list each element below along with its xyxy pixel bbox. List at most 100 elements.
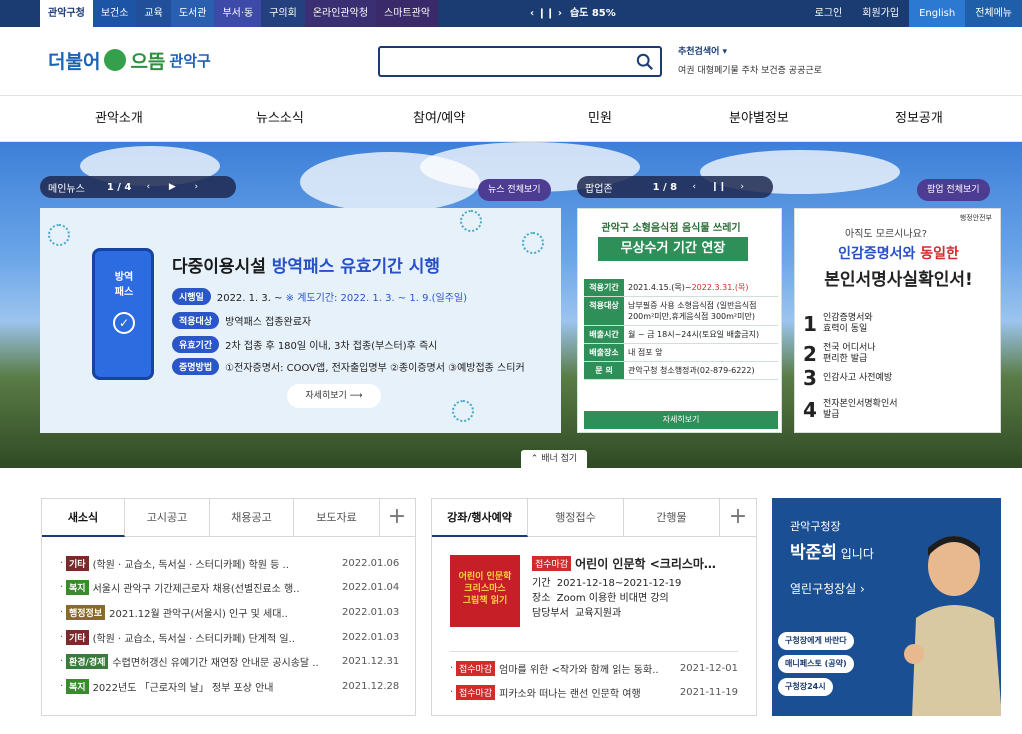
table-row: 문 의 관악구청 청소행정과(02-879-6222): [584, 362, 778, 380]
logo-mark-icon: [104, 49, 127, 71]
nav-civil[interactable]: 민원: [588, 96, 612, 141]
banner-fold-button[interactable]: ⌃ 배너 접기: [521, 450, 587, 468]
weather-controls[interactable]: ‹ ❙❙ ›: [530, 0, 562, 27]
next-icon[interactable]: ›: [735, 182, 749, 192]
nav-news[interactable]: 뉴스소식: [256, 96, 304, 141]
list-item[interactable]: · 접수마감 엄마를 위한 <작가와 함께 읽는 동화.. 2021-12-01: [450, 656, 738, 681]
play-icon[interactable]: ▶: [165, 182, 179, 192]
list-item[interactable]: · 기타 (학원 · 교습소, 독서실 · 스터디카페) 단계적 일.. 2022.0…: [60, 625, 399, 650]
news-board-tabs: 새소식 고시공고 채용공고 보도자료: [42, 499, 380, 537]
event-board-tabs: 강좌/행사예약 행정접수 간행물: [432, 499, 720, 537]
slide-row: 유효기간 2차 접종 후 180일 이내, 3차 접종(부스터)후 즉시: [172, 336, 437, 353]
popup-detail-button[interactable]: 자세히보기: [584, 411, 778, 429]
mayor-request-button[interactable]: 구청장에게 바란다: [778, 632, 854, 650]
category-badge: 행정정보: [66, 604, 106, 620]
signup-link[interactable]: 회원가입: [852, 0, 909, 27]
popup-heading-2: 본인서명사실확인서!: [824, 270, 973, 290]
top-utility-bar: 관악구청 보건소 교육 도서관 부서·동 구의회 온라인관악청 스마트관악 ‹ …: [0, 0, 1022, 27]
open-mayor-office-link[interactable]: 열린구청장실 ›: [790, 580, 865, 597]
main-navigation: 관악소개 뉴스소식 참여/예약 민원 분야별정보 정보공개: [0, 95, 1022, 142]
status-badge: 접수마감: [456, 660, 496, 676]
recommended-words[interactable]: 여권 대형폐기물 주차 보건증 공공근로: [678, 63, 822, 76]
prev-icon[interactable]: ‹: [141, 182, 155, 192]
news-all-button[interactable]: 뉴스 전체보기: [478, 179, 551, 201]
site-tab-council[interactable]: 구의회: [261, 0, 305, 27]
mayor-24h-button[interactable]: 구청장24시: [778, 678, 833, 696]
event-list: · 접수마감 엄마를 위한 <작가와 함께 읽는 동화.. 2021-12-01 · 접…: [450, 651, 738, 705]
nav-participation[interactable]: 참여/예약: [413, 96, 465, 141]
pause-icon[interactable]: ❙❙: [711, 182, 726, 192]
site-tab-smart[interactable]: 스마트관악: [376, 0, 439, 27]
slide-row: 시행일 2022. 1. 3. ~ ※ 계도기간: 2022. 1. 3. ~ …: [172, 288, 467, 305]
manifesto-button[interactable]: 매니페스토 (공약): [778, 655, 854, 673]
category-badge: 복지: [66, 678, 89, 694]
prev-icon[interactable]: ‹: [687, 182, 701, 192]
search-icon[interactable]: [636, 53, 654, 71]
site-tab-education[interactable]: 교육: [136, 0, 171, 27]
popup-card-head2: 무상수거 기간 연장: [598, 237, 748, 261]
next-icon[interactable]: ›: [189, 182, 203, 192]
nav-disclosure[interactable]: 정보공개: [895, 96, 943, 141]
site-tab-health[interactable]: 보건소: [92, 0, 137, 27]
tab-lecture-reservation[interactable]: 강좌/행사예약: [432, 499, 528, 537]
nav-about[interactable]: 관악소개: [95, 96, 143, 141]
site-tab-online[interactable]: 온라인관악청: [304, 0, 377, 27]
table-row: 적용기간 2021.4.15.(목)~2022.3.31.(목): [584, 279, 778, 297]
featured-event[interactable]: 어린이 인문학 크리스마스 그림책 읽기 접수마감 어린이 인문학 <크리스마… …: [450, 555, 740, 629]
popup-zone-label: 팝업존: [585, 183, 613, 195]
weather-humidity: 습도 85%: [569, 8, 616, 19]
site-logo[interactable]: 더불어 으뜸 관악구: [48, 42, 211, 78]
search-box: [378, 46, 662, 77]
main-banner: 메인뉴스 1 / 4 ‹ ▶ › 뉴스 전체보기 팝업존 1 / 8 ‹ ❙❙ …: [0, 142, 1022, 468]
weather-widget: ‹ ❙❙ › 습도 85%: [530, 0, 616, 27]
english-link[interactable]: English: [909, 0, 966, 27]
list-item[interactable]: · 행정정보 2021.12월 관악구(서울시) 인구 및 세대.. 2022.01.…: [60, 600, 399, 625]
check-icon: ✓: [113, 312, 135, 334]
tab-press[interactable]: 보도자료: [294, 499, 380, 537]
news-slide-title: 다중이용시설 방역패스 유효기간 시행: [172, 257, 441, 277]
mayor-panel: 관악구청장 박준희 입니다 열린구청장실 › 구청장에게 바란다 매니페스토 (…: [772, 498, 1001, 716]
list-item[interactable]: · 복지 서울시 관악구 기간제근로자 채용(선별진료소 행.. 2022.01.04: [60, 576, 399, 601]
category-badge: 환경/경제: [66, 654, 109, 670]
tab-publications[interactable]: 간행물: [624, 499, 720, 537]
site-tab-library[interactable]: 도서관: [170, 0, 215, 27]
nav-field-info[interactable]: 분야별정보: [729, 96, 789, 141]
news-list: · 기타 (학원 · 교습소, 독서실 · 스터디카페) 학원 등 .. 2022.0…: [60, 551, 399, 699]
site-tab-department[interactable]: 부서·동: [214, 0, 262, 27]
tab-notice[interactable]: 고시공고: [125, 499, 210, 537]
recommended-label[interactable]: 추천검색어 ▾: [678, 44, 822, 57]
news-detail-button[interactable]: 자세히보기 ⟶: [287, 384, 381, 408]
list-item[interactable]: · 복지 2022년도 「근로자의 날」 정부 포상 안내 2021.12.28: [60, 674, 399, 699]
event-more-plus-button[interactable]: +: [720, 499, 756, 537]
table-row: 배출장소 내 점포 앞: [584, 344, 778, 362]
login-link[interactable]: 로그인: [805, 0, 853, 27]
virus-icon: [522, 232, 544, 254]
main-news-page: 1 / 4: [106, 181, 132, 193]
virus-icon: [48, 224, 70, 246]
news-more-plus-button[interactable]: +: [379, 499, 415, 537]
popup-card-food-waste[interactable]: 관악구 소형음식점 음식물 쓰레기 무상수거 기간 연장 적용기간 2021.4.…: [577, 208, 782, 433]
popup-question: 아직도 모르시나요?: [845, 229, 928, 240]
site-tab-gwanak[interactable]: 관악구청: [40, 0, 93, 27]
logo-text-1: 더불어: [48, 50, 101, 73]
logo-text-3: 관악구: [169, 51, 211, 70]
slide-row: 증명방법 ①전자증명서: COOV앱, 전자출입명부 ②종이증명서 ③예방접종 …: [172, 358, 525, 375]
list-item[interactable]: · 환경/경제 수렵면허갱신 유예기간 재연장 안내문 공시송달 .. 2021.12…: [60, 649, 399, 674]
tab-admin-receipt[interactable]: 행정접수: [528, 499, 624, 537]
mayor-name: 박준희: [790, 543, 837, 563]
tab-recruit[interactable]: 채용공고: [210, 499, 294, 537]
status-badge: 접수마감: [456, 685, 496, 701]
search-input[interactable]: [380, 48, 620, 75]
tab-new-news[interactable]: 새소식: [42, 499, 125, 537]
list-item[interactable]: · 기타 (학원 · 교습소, 독서실 · 스터디카페) 학원 등 .. 2022.0…: [60, 551, 399, 576]
popup-heading-1: 인감증명서와 동일한: [838, 246, 959, 262]
event-board: 강좌/행사예약 행정접수 간행물 + 어린이 인문학 크리스마스 그림책 읽기 …: [431, 498, 757, 716]
popup-all-button[interactable]: 팝업 전체보기: [917, 179, 990, 201]
popup-card-signature[interactable]: 행정안전부 아직도 모르시나요? 인감증명서와 동일한 본인서명사실확인서! 1…: [794, 208, 1001, 433]
recommended-keywords: 추천검색어 ▾ 여권 대형폐기물 주차 보건증 공공근로: [678, 44, 822, 76]
top-right-links: 로그인 회원가입 English 전체메뉴: [805, 0, 1022, 27]
virus-icon: [452, 400, 474, 422]
all-menu-button[interactable]: 전체메뉴: [965, 0, 1022, 27]
news-slide-card[interactable]: 방역 패스 ✓ 다중이용시설 방역패스 유효기간 시행 시행일 2022. 1.…: [40, 208, 561, 433]
list-item[interactable]: · 접수마감 피카소와 떠나는 랜선 인문학 여행 2021-11-19: [450, 681, 738, 706]
